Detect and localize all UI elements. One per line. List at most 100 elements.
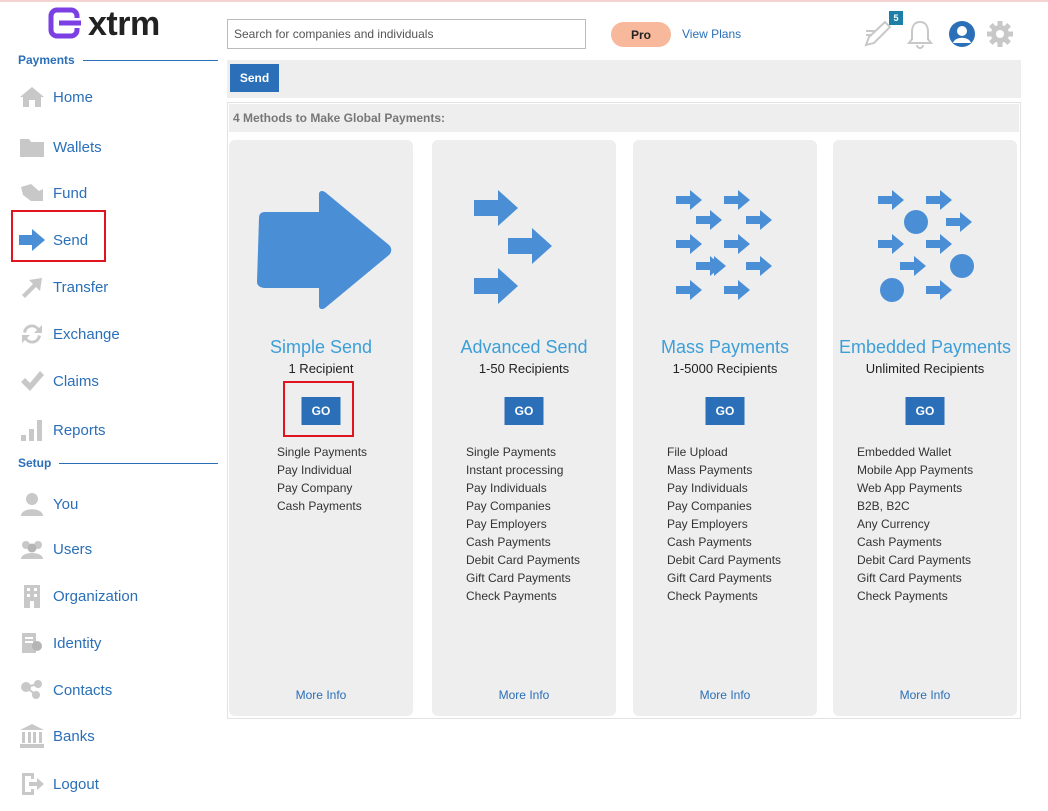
sidebar-item-label: Identity xyxy=(53,634,102,652)
top-border xyxy=(0,0,1048,2)
card-title: Embedded Payments xyxy=(838,337,1012,357)
section-divider xyxy=(82,59,218,61)
sidebar-item-users[interactable]: Users xyxy=(18,532,208,566)
gear-icon[interactable] xyxy=(985,19,1015,49)
sidebar-item-contacts[interactable]: Contacts xyxy=(18,673,208,707)
list-item: Any Currency xyxy=(857,517,930,531)
sidebar-item-organization[interactable]: Organization xyxy=(18,579,208,613)
contacts-icon xyxy=(18,676,46,704)
sidebar-item-label: Home xyxy=(53,88,94,106)
method-card-mass-payments: Mass Payments 1-5000 Recipients GO File … xyxy=(633,140,817,716)
sidebar-item-fund[interactable]: Fund xyxy=(18,176,208,210)
three-arrows-icon xyxy=(474,190,552,304)
users-icon xyxy=(18,535,46,563)
more-info-link[interactable]: More Info xyxy=(833,688,1017,702)
methods-heading: 4 Methods to Make Global Payments: xyxy=(229,104,1019,132)
list-item: Web App Payments xyxy=(857,481,963,495)
more-info-link[interactable]: More Info xyxy=(633,688,817,702)
card-title: Mass Payments xyxy=(660,337,790,357)
bank-icon xyxy=(18,722,46,750)
sidebar-item-label: Contacts xyxy=(53,681,113,699)
view-plans-link[interactable]: View Plans xyxy=(682,27,741,41)
send-tab-button[interactable]: Send xyxy=(230,64,279,92)
list-item: Debit Card Payments xyxy=(466,553,581,567)
advanced-send-illustration xyxy=(432,160,616,340)
sidebar-item-label: Users xyxy=(53,540,93,558)
logo-text: xtrm xyxy=(88,5,160,43)
list-item: Check Payments xyxy=(466,589,557,603)
payments-title-text: Payments xyxy=(18,53,75,67)
sidebar-item-claims[interactable]: Claims xyxy=(18,364,208,398)
bell-icon[interactable] xyxy=(905,19,935,49)
building-icon xyxy=(18,582,46,610)
list-item: B2B, B2C xyxy=(857,499,910,513)
list-item: Check Payments xyxy=(857,589,948,603)
folder-icon xyxy=(18,133,46,161)
sidebar-item-label: Claims xyxy=(53,372,99,390)
pro-plan-badge[interactable]: Pro xyxy=(611,22,671,47)
sidebar-item-label: Wallets xyxy=(53,138,102,156)
exchange-icon xyxy=(18,320,46,348)
user-icon xyxy=(18,490,46,518)
sidebar-item-you[interactable]: You xyxy=(18,487,208,521)
list-item: Mobile App Payments xyxy=(857,463,974,477)
app-logo[interactable]: xtrm xyxy=(48,6,160,42)
go-button-mass-payments[interactable]: GO xyxy=(705,397,745,425)
identity-icon xyxy=(18,629,46,657)
sidebar-item-wallets[interactable]: Wallets xyxy=(18,130,208,164)
card-subtitle: 1-50 Recipients xyxy=(478,361,570,376)
embedded-payments-illustration xyxy=(833,160,1017,340)
card-subtitle: 1-5000 Recipients xyxy=(672,361,778,376)
notes-count-badge: 5 xyxy=(889,11,903,25)
sidebar-item-transfer[interactable]: Transfer xyxy=(18,270,208,304)
card-title: Simple Send xyxy=(269,337,373,357)
transfer-icon xyxy=(18,273,46,301)
feature-list: Single Payments Instant processing Pay I… xyxy=(466,443,580,605)
send-highlight-box xyxy=(11,210,106,262)
sidebar-item-exchange[interactable]: Exchange xyxy=(18,317,208,351)
action-toolbar xyxy=(227,60,1021,98)
sidebar-item-reports[interactable]: Reports xyxy=(18,413,208,447)
method-card-embedded-payments: Embedded Payments Unlimited Recipients G… xyxy=(833,140,1017,716)
simple-send-illustration xyxy=(229,160,413,340)
list-item: Cash Payments xyxy=(857,535,942,549)
method-card-advanced-send: Advanced Send 1-50 Recipients GO Single … xyxy=(432,140,616,716)
home-icon xyxy=(18,83,46,111)
arrows-and-dots-icon xyxy=(878,190,974,302)
list-item: Pay Companies xyxy=(667,499,752,513)
sidebar-item-label: Transfer xyxy=(53,278,109,296)
list-item: Instant processing xyxy=(466,463,564,477)
checkmark-icon xyxy=(18,367,46,395)
sidebar-item-logout[interactable]: Logout xyxy=(18,767,208,801)
go-button-advanced-send[interactable]: GO xyxy=(504,397,544,425)
more-info-link[interactable]: More Info xyxy=(229,688,413,702)
sidebar-item-identity[interactable]: Identity xyxy=(18,626,208,660)
list-item: Gift Card Payments xyxy=(466,571,571,585)
more-info-link[interactable]: More Info xyxy=(432,688,616,702)
mass-payments-illustration xyxy=(633,160,817,340)
sidebar-item-label: You xyxy=(53,495,79,513)
sidebar-item-label: Logout xyxy=(53,775,99,793)
logout-icon xyxy=(18,770,46,798)
sidebar-item-label: Organization xyxy=(53,587,139,605)
list-item: Debit Card Payments xyxy=(857,553,972,567)
list-item: Pay Individual xyxy=(277,463,352,477)
sidebar-item-banks[interactable]: Banks xyxy=(18,719,208,753)
go-button-embedded-payments[interactable]: GO xyxy=(905,397,945,425)
big-arrow-icon xyxy=(256,190,391,310)
list-item: Gift Card Payments xyxy=(857,571,962,585)
feature-list: File Upload Mass Payments Pay Individual… xyxy=(667,443,781,605)
xtrm-logo-icon xyxy=(48,7,81,39)
card-subtitle: 1 Recipient xyxy=(288,361,354,376)
list-item: Pay Individuals xyxy=(667,481,748,495)
search-input[interactable] xyxy=(227,19,586,49)
sidebar-item-home[interactable]: Home xyxy=(18,80,208,114)
list-item: File Upload xyxy=(667,445,728,459)
sidebar-item-label: Exchange xyxy=(53,325,120,343)
list-item: Check Payments xyxy=(667,589,758,603)
setup-title-text: Setup xyxy=(18,456,52,470)
payments-section-title: Payments xyxy=(18,53,218,67)
card-subtitle: Unlimited Recipients xyxy=(865,361,985,376)
avatar-icon[interactable] xyxy=(948,20,976,48)
list-item: Pay Companies xyxy=(466,499,551,513)
